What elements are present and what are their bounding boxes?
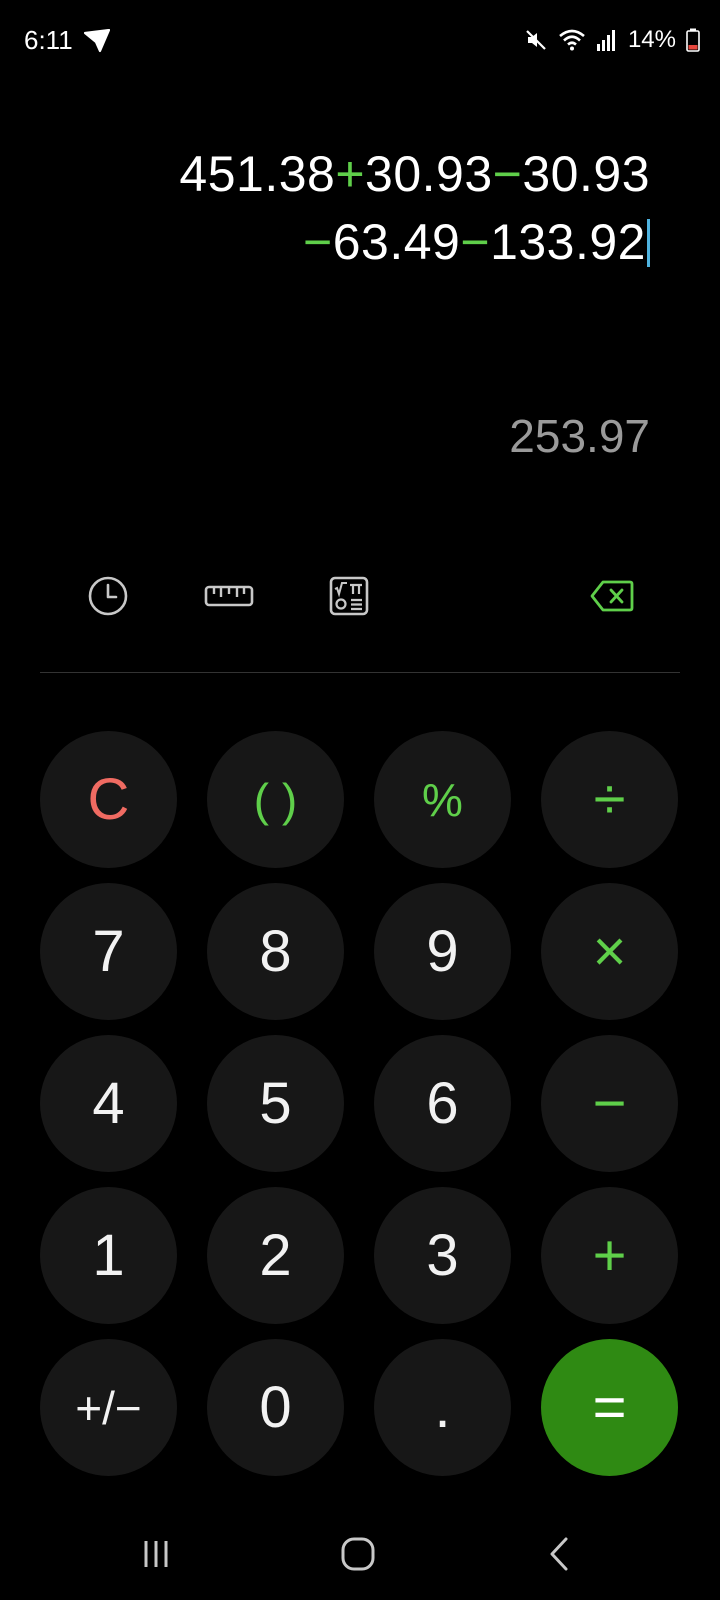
history-icon xyxy=(88,576,128,616)
operator-minus: − xyxy=(492,146,523,202)
keypad: C ( ) % ÷ 7 8 9 × 4 5 6 − 1 2 3 + +/− 0 … xyxy=(40,731,680,1476)
clear-button[interactable]: C xyxy=(40,731,177,868)
decimal-button[interactable]: . xyxy=(374,1339,511,1476)
multiply-button[interactable]: × xyxy=(541,883,678,1020)
backspace-icon xyxy=(590,580,634,612)
plus-button[interactable]: + xyxy=(541,1187,678,1324)
divide-button[interactable]: ÷ xyxy=(541,731,678,868)
digit-0-button[interactable]: 0 xyxy=(207,1339,344,1476)
history-button[interactable] xyxy=(78,566,138,626)
back-button[interactable] xyxy=(530,1526,590,1582)
scientific-mode-button[interactable] xyxy=(319,566,379,626)
result-preview: 253.97 xyxy=(509,410,650,462)
signal-icon xyxy=(596,30,615,51)
status-icons: 14% xyxy=(524,24,700,56)
operator-minus: − xyxy=(460,214,491,270)
send-icon xyxy=(84,29,110,53)
mute-icon xyxy=(526,30,546,50)
operand: 63.49 xyxy=(332,214,461,270)
minus-button[interactable]: − xyxy=(541,1035,678,1172)
text-cursor xyxy=(647,219,650,267)
operand: 30.93 xyxy=(365,146,493,202)
expression-display[interactable]: 451.38+30.93−30.93 −63.49−133.92 xyxy=(90,140,650,276)
digit-8-button[interactable]: 8 xyxy=(207,883,344,1020)
equals-button[interactable]: = xyxy=(541,1339,678,1476)
operator-plus: + xyxy=(335,146,366,202)
operand: 133.92 xyxy=(490,214,646,270)
percent-button[interactable]: % xyxy=(374,731,511,868)
operand: 30.93 xyxy=(522,146,650,202)
recents-button[interactable] xyxy=(126,1526,186,1582)
recents-icon xyxy=(144,1541,168,1567)
digit-4-button[interactable]: 4 xyxy=(40,1035,177,1172)
operand: 451.38 xyxy=(179,146,336,202)
parentheses-button[interactable]: ( ) xyxy=(207,731,344,868)
divider xyxy=(40,672,680,673)
battery-icon xyxy=(686,28,700,52)
wifi-icon xyxy=(559,29,585,51)
operator-minus: − xyxy=(303,214,333,270)
digit-6-button[interactable]: 6 xyxy=(374,1035,511,1172)
home-icon xyxy=(341,1537,375,1571)
digit-7-button[interactable]: 7 xyxy=(40,883,177,1020)
ruler-icon xyxy=(204,585,254,607)
back-icon xyxy=(550,1537,568,1571)
digit-1-button[interactable]: 1 xyxy=(40,1187,177,1324)
unit-converter-button[interactable] xyxy=(199,566,259,626)
digit-3-button[interactable]: 3 xyxy=(374,1187,511,1324)
scientific-icon xyxy=(329,576,369,616)
battery-percent: 14% xyxy=(627,26,676,53)
digit-2-button[interactable]: 2 xyxy=(207,1187,344,1324)
status-time: 6:11 xyxy=(24,25,73,55)
backspace-button[interactable] xyxy=(582,566,642,626)
toolbar xyxy=(0,566,720,626)
expression-line-1: 451.38+30.93−30.93 xyxy=(90,140,650,208)
navigation-bar xyxy=(0,1510,720,1600)
status-bar: 6:11 14% xyxy=(0,0,720,80)
expression-line-2: −63.49−133.92 xyxy=(90,208,650,276)
negate-button[interactable]: +/− xyxy=(40,1339,177,1476)
home-button[interactable] xyxy=(328,1526,388,1582)
digit-5-button[interactable]: 5 xyxy=(207,1035,344,1172)
digit-9-button[interactable]: 9 xyxy=(374,883,511,1020)
